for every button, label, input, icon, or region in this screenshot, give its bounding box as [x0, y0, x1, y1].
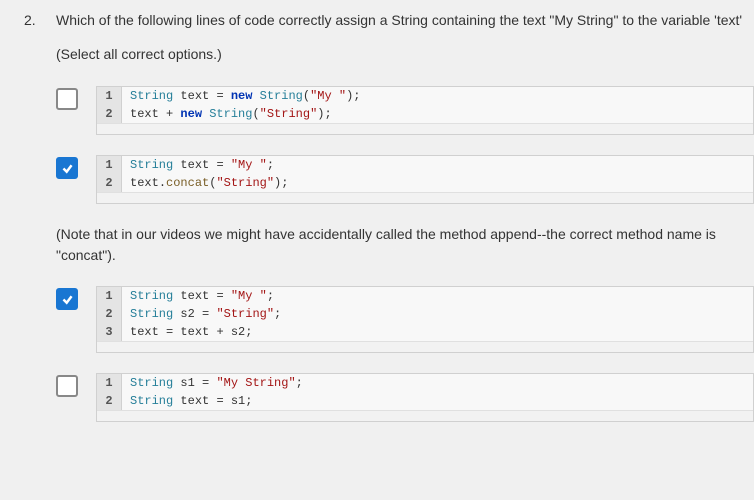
code-footer: [97, 192, 753, 203]
check-icon: [61, 293, 74, 306]
code-line: 2String s2 = "String";: [97, 305, 753, 323]
code-line: 2String text = s1;: [97, 392, 753, 410]
line-number: 2: [97, 392, 122, 410]
code-content: text = text + s2;: [122, 323, 260, 341]
code-line: 1String text = "My ";: [97, 287, 753, 305]
code-content: String text = "My ";: [122, 287, 282, 305]
line-number: 1: [97, 87, 122, 105]
code-line: 3text = text + s2;: [97, 323, 753, 341]
question-number: 2.: [24, 12, 40, 28]
check-icon: [61, 162, 74, 175]
code-block: 1String s1 = "My String";2String text = …: [96, 373, 754, 422]
code-line: 1String s1 = "My String";: [97, 374, 753, 392]
question-text: Which of the following lines of code cor…: [56, 12, 754, 28]
answer-option: 1String text = new String("My ");2text +…: [56, 86, 754, 135]
code-content: String text = "My ";: [122, 156, 282, 174]
code-line: 1String text = "My ";: [97, 156, 753, 174]
answer-option: 1String text = "My ";2String s2 = "Strin…: [56, 286, 754, 353]
line-number: 3: [97, 323, 122, 341]
code-footer: [97, 123, 753, 134]
option-checkbox[interactable]: [56, 88, 78, 110]
code-content: String s2 = "String";: [122, 305, 289, 323]
code-content: String text = s1;: [122, 392, 260, 410]
code-line: 2text + new String("String");: [97, 105, 753, 123]
option-checkbox[interactable]: [56, 288, 78, 310]
code-content: text + new String("String");: [122, 105, 340, 123]
code-footer: [97, 410, 753, 421]
line-number: 2: [97, 105, 122, 123]
answer-option: 1String text = "My ";2text.concat("Strin…: [56, 155, 754, 204]
answer-option: 1String s1 = "My String";2String text = …: [56, 373, 754, 422]
option-checkbox[interactable]: [56, 375, 78, 397]
code-block: 1String text = "My ";2text.concat("Strin…: [96, 155, 754, 204]
code-line: 1String text = new String("My ");: [97, 87, 753, 105]
code-content: String s1 = "My String";: [122, 374, 311, 392]
line-number: 2: [97, 174, 122, 192]
code-footer: [97, 341, 753, 352]
code-content: text.concat("String");: [122, 174, 296, 192]
question-header: 2. Which of the following lines of code …: [24, 12, 754, 28]
code-block: 1String text = new String("My ");2text +…: [96, 86, 754, 135]
code-block: 1String text = "My ";2String s2 = "Strin…: [96, 286, 754, 353]
line-number: 1: [97, 374, 122, 392]
line-number: 1: [97, 287, 122, 305]
code-content: String text = new String("My ");: [122, 87, 369, 105]
line-number: 1: [97, 156, 122, 174]
question-instruction: (Select all correct options.): [56, 46, 754, 62]
code-line: 2text.concat("String");: [97, 174, 753, 192]
line-number: 2: [97, 305, 122, 323]
note-text: (Note that in our videos we might have a…: [56, 224, 754, 266]
option-checkbox[interactable]: [56, 157, 78, 179]
